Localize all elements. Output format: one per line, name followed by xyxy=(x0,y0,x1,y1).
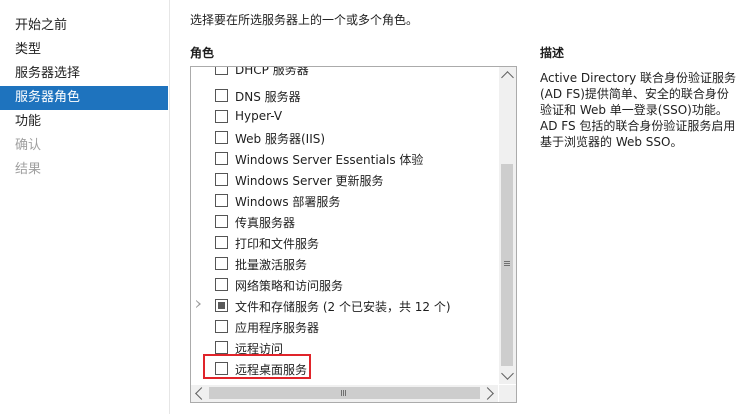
checkbox[interactable] xyxy=(215,215,228,228)
nav-item-results: 结果 xyxy=(15,162,42,177)
checkbox[interactable] xyxy=(215,320,228,333)
nav-divider xyxy=(169,0,170,414)
role-item-server-essentials[interactable]: Windows Server Essentials 体验 xyxy=(191,148,498,169)
role-label: 批量激活服务 xyxy=(235,258,308,272)
checkbox[interactable] xyxy=(215,152,228,165)
role-item-remote-desktop-services[interactable]: 远程桌面服务 xyxy=(191,358,498,379)
role-label: Windows Server Essentials 体验 xyxy=(235,153,424,167)
role-label: 文件和存储服务 (2 个已安装，共 12 个) xyxy=(235,300,451,314)
checkbox-partial[interactable] xyxy=(215,299,228,312)
role-item-fax-server[interactable]: 传真服务器 xyxy=(191,211,498,232)
nav-item-confirmation: 确认 xyxy=(15,138,42,153)
grip-line xyxy=(345,390,346,396)
role-item-dhcp[interactable]: DHCP 服务器 xyxy=(191,67,498,79)
role-label: 打印和文件服务 xyxy=(235,237,320,251)
chevron-right-icon xyxy=(481,387,494,400)
roles-listbox[interactable]: DHCP 服务器 DNS 服务器 Hyper-V Web 服务器(IIS) Wi… xyxy=(190,66,517,403)
checkbox[interactable] xyxy=(215,173,228,186)
triangle-right-icon[interactable] xyxy=(196,300,201,308)
role-description: Active Directory 联合身份验证服务(AD FS)提供简单、安全的… xyxy=(540,71,737,149)
roles-list: DHCP 服务器 DNS 服务器 Hyper-V Web 服务器(IIS) Wi… xyxy=(191,67,498,384)
horizontal-scroll-thumb[interactable] xyxy=(209,387,480,399)
chevron-left-icon xyxy=(195,387,208,400)
role-item-wsus[interactable]: Windows Server 更新服务 xyxy=(191,169,498,190)
checkbox[interactable] xyxy=(215,131,228,144)
grip-line xyxy=(504,263,510,264)
role-label: 传真服务器 xyxy=(235,216,296,230)
grip-line xyxy=(504,261,510,262)
chevron-up-icon xyxy=(501,71,514,84)
checkbox[interactable] xyxy=(215,194,228,207)
description-heading: 描述 xyxy=(540,46,565,60)
grip-line xyxy=(504,265,510,266)
nav-item-before-you-begin[interactable]: 开始之前 xyxy=(0,14,168,38)
grip-line xyxy=(343,390,344,396)
role-item-file-storage[interactable]: 文件和存储服务 (2 个已安装，共 12 个) xyxy=(191,295,498,316)
nav-item-server-selection[interactable]: 服务器选择 xyxy=(0,62,168,86)
role-item-wds[interactable]: Windows 部署服务 xyxy=(191,190,498,211)
scroll-up-button[interactable] xyxy=(499,67,516,84)
checkbox[interactable] xyxy=(215,257,228,270)
checkbox[interactable] xyxy=(215,341,228,354)
checkbox[interactable] xyxy=(215,278,228,291)
role-label: 远程桌面服务 xyxy=(235,363,308,377)
nav-item-installation-type[interactable]: 类型 xyxy=(0,38,168,62)
horizontal-scrollbar[interactable] xyxy=(191,385,498,402)
role-label: Windows 部署服务 xyxy=(235,195,341,209)
role-item-hyper-v[interactable]: Hyper-V xyxy=(191,106,498,127)
role-label: Hyper-V xyxy=(235,109,283,123)
role-item-print-document[interactable]: 打印和文件服务 xyxy=(191,232,498,253)
role-item-dns[interactable]: DNS 服务器 xyxy=(191,85,498,106)
grip-line xyxy=(341,390,342,396)
role-item-application-server[interactable]: 应用程序服务器 xyxy=(191,316,498,337)
role-label: DHCP 服务器 xyxy=(235,67,309,77)
vertical-scrollbar[interactable] xyxy=(499,67,516,384)
scroll-left-button[interactable] xyxy=(191,385,208,402)
nav-item-server-roles[interactable]: 服务器角色 xyxy=(0,86,168,110)
instruction-text: 选择要在所选服务器上的一个或多个角色。 xyxy=(190,13,419,27)
role-item-volume-activation[interactable]: 批量激活服务 xyxy=(191,253,498,274)
role-item-web-server-iis[interactable]: Web 服务器(IIS) xyxy=(191,127,498,148)
roles-heading: 角色 xyxy=(190,46,215,60)
checkbox[interactable] xyxy=(215,67,228,75)
role-label: 网络策略和访问服务 xyxy=(235,279,344,293)
scroll-right-button[interactable] xyxy=(481,385,498,402)
checkbox[interactable] xyxy=(215,110,228,123)
role-label: 应用程序服务器 xyxy=(235,321,320,335)
checkbox[interactable] xyxy=(215,89,228,102)
wizard-nav: 开始之前 类型 服务器选择 服务器角色 功能 确认 结果 xyxy=(0,14,168,182)
role-label: DNS 服务器 xyxy=(235,90,301,104)
vertical-scroll-thumb[interactable] xyxy=(501,164,513,366)
role-label: Windows Server 更新服务 xyxy=(235,174,384,188)
scroll-down-button[interactable] xyxy=(499,367,516,384)
chevron-down-icon xyxy=(501,367,514,380)
role-label: Web 服务器(IIS) xyxy=(235,132,326,146)
role-item-npas[interactable]: 网络策略和访问服务 xyxy=(191,274,498,295)
scrollbar-corner xyxy=(499,385,516,402)
role-label: 远程访问 xyxy=(235,342,284,356)
nav-item-features[interactable]: 功能 xyxy=(0,110,168,134)
checkbox[interactable] xyxy=(215,236,228,249)
role-item-remote-access[interactable]: 远程访问 xyxy=(191,337,498,358)
checkbox[interactable] xyxy=(215,362,228,375)
